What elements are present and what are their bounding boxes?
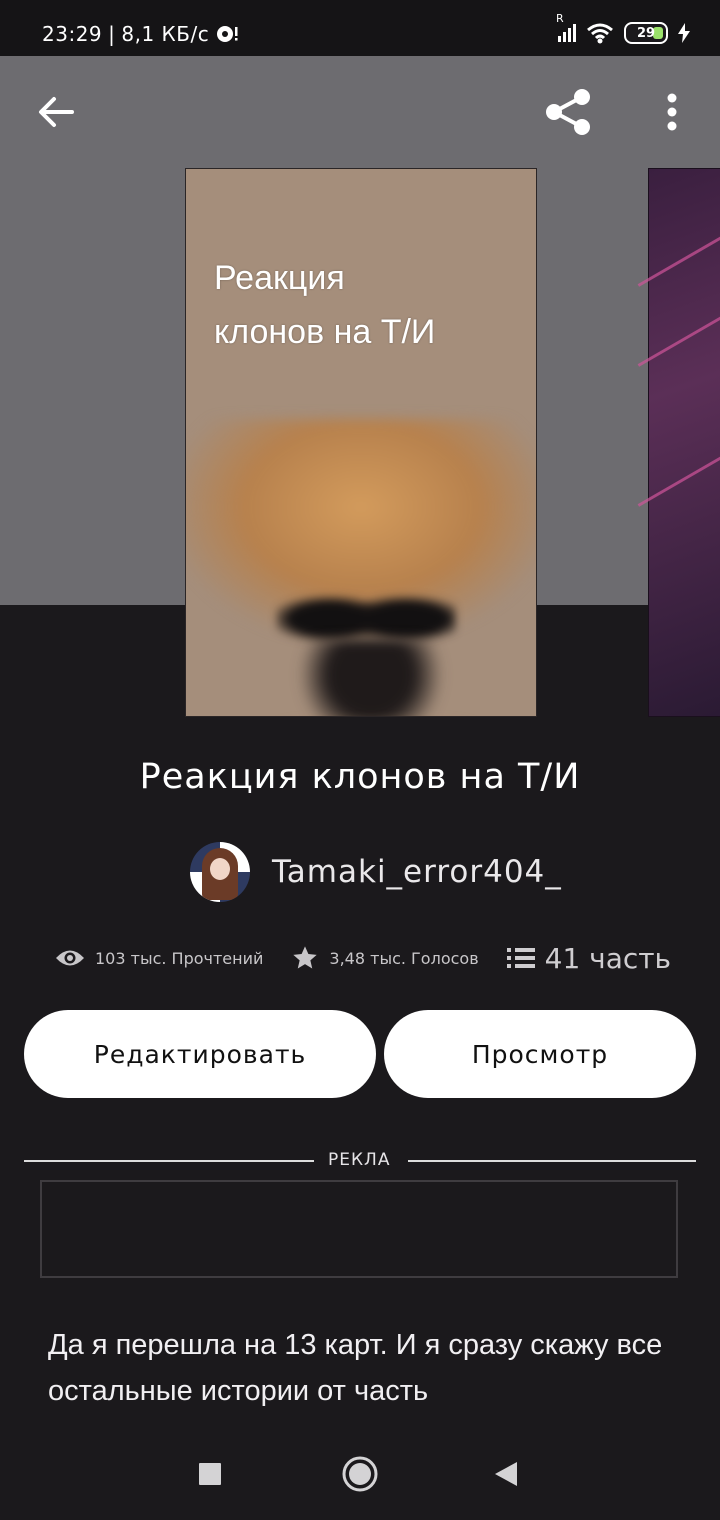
book-cover[interactable]: Реакция клонов на Т/И — [185, 168, 537, 717]
votes-stat: 3,48 тыс. Голосов — [291, 944, 479, 972]
status-bar: 23:29 | 8,1 КБ/с R 29 — [0, 0, 720, 56]
parts-count: 41 часть — [544, 941, 672, 975]
share-button[interactable] — [540, 84, 596, 140]
signal-icon: R — [556, 12, 576, 42]
star-icon — [293, 946, 318, 969]
more-options-button[interactable] — [646, 88, 698, 136]
book-title: Реакция клонов на Т/И — [139, 757, 581, 797]
status-time: 23:29 — [42, 22, 103, 46]
signal-label: R — [556, 12, 564, 25]
share-icon — [546, 89, 590, 135]
ad-label: РЕКЛА — [328, 1150, 391, 1170]
charging-icon — [678, 23, 690, 43]
reads-count: 103 тыс. Прочтений — [95, 948, 264, 968]
home-button[interactable] — [334, 1448, 386, 1500]
status-divider: | — [108, 22, 116, 46]
cover-art-body — [286, 639, 456, 716]
eye-icon — [56, 950, 84, 966]
ad-divider-right — [408, 1160, 696, 1162]
notification-icon — [217, 26, 238, 42]
avatar[interactable] — [190, 842, 250, 902]
next-book-cover[interactable] — [637, 168, 720, 717]
book-stats: 103 тыс. Прочтений 3,48 тыс. Голосов 41 … — [55, 938, 675, 978]
battery-indicator: 29 — [624, 22, 668, 44]
ad-divider-left — [24, 1160, 314, 1162]
author-row[interactable]: Tamaki_error404_ — [190, 842, 562, 902]
list-icon — [506, 948, 535, 968]
arrow-left-icon — [39, 97, 74, 127]
wifi-icon — [587, 23, 613, 44]
cover-title-text: Реакция клонов на Т/И — [214, 259, 436, 351]
cover-decoration — [637, 434, 720, 507]
battery-level: 29 — [636, 25, 656, 41]
avatar-face — [210, 858, 230, 880]
square-icon — [199, 1463, 221, 1485]
circle-icon — [342, 1456, 378, 1492]
more-vertical-icon — [667, 93, 677, 131]
book-description: Да я перешла на 13 карт. И я сразу скажу… — [48, 1329, 663, 1407]
back-button[interactable] — [30, 86, 82, 138]
votes-count: 3,48 тыс. Голосов — [329, 948, 479, 968]
preview-button[interactable]: Просмотр — [384, 1010, 696, 1098]
back-nav-button[interactable] — [480, 1448, 532, 1500]
triangle-back-icon — [495, 1462, 517, 1486]
cover-decoration — [637, 294, 720, 367]
parts-stat[interactable]: 41 часть — [506, 941, 672, 975]
status-network-speed: 8,1 КБ/с — [121, 22, 210, 46]
edit-button[interactable]: Редактировать — [24, 1010, 376, 1098]
author-name[interactable]: Tamaki_error404_ — [272, 854, 562, 890]
reads-stat: 103 тыс. Прочтений — [55, 947, 263, 969]
cover-decoration — [637, 214, 720, 287]
ad-container[interactable] — [40, 1180, 678, 1278]
recents-button[interactable] — [184, 1448, 236, 1500]
